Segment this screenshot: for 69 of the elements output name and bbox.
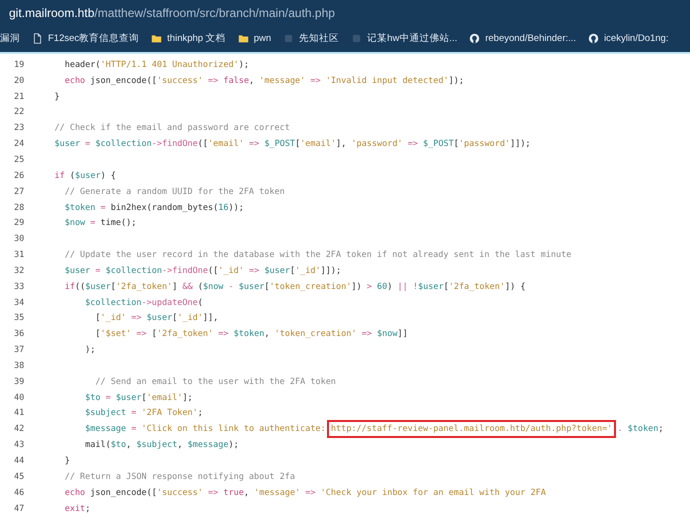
- line-number: 23: [13, 123, 26, 134]
- line-number: 24: [13, 139, 26, 150]
- site-icon: [283, 33, 294, 44]
- code-line: $to = $user['email'];: [84, 392, 193, 403]
- site-icon: [351, 33, 362, 44]
- line-number: 42: [13, 424, 26, 434]
- code-line: $user = $collection->findOne(['_id' => $user['_id']]);: [64, 266, 342, 276]
- code-line: // Check if the email and password are correct: [53, 123, 290, 134]
- code-line: $subject = '2FA Token';: [84, 408, 203, 418]
- code-line: $now = time();: [64, 218, 136, 228]
- code-line: // Send an email to the user with the 2FA token: [94, 376, 336, 387]
- line-number: 21: [13, 92, 26, 102]
- folder-icon: [151, 33, 162, 44]
- code-line: $token = bin2hex(random_bytes(16));: [64, 202, 244, 213]
- line-number: 39: [13, 376, 26, 387]
- code-line: ['$set' => ['2fa_token' => $token, 'token_creation' => $now]]: [94, 329, 408, 340]
- document-icon: [32, 33, 43, 44]
- bookmark-label: thinkphp 文档: [167, 32, 226, 45]
- bookmark-label: 记某hw中通过佛站...: [367, 32, 458, 45]
- code-line: }: [53, 92, 60, 102]
- code-line: ['_id' => $user['_id']],: [94, 313, 218, 324]
- line-number: 19: [13, 60, 26, 70]
- code-line: $user = $collection->findOne(['email' => $_POST['email'], 'password' => $_POST['password']]);: [53, 139, 531, 150]
- line-number: 43: [13, 440, 26, 450]
- line-number: 41: [13, 408, 26, 418]
- line-number: 47: [13, 504, 26, 514]
- round-logo-icon: [469, 33, 480, 44]
- line-number: 22: [13, 107, 26, 118]
- line-number: 20: [13, 76, 26, 86]
- line-number: 27: [13, 186, 26, 197]
- bookmark-label: 先知社区: [299, 32, 340, 45]
- line-number: 38: [13, 360, 26, 371]
- code-line: // Update the user record in the database with the 2FA token if not already sent in the last minute: [64, 250, 572, 260]
- line-number: 45: [13, 472, 26, 482]
- line-number: 34: [13, 298, 26, 308]
- code-line: $collection->updateOne(: [84, 298, 203, 308]
- line-number: 30: [13, 234, 26, 244]
- line-number: 44: [13, 456, 26, 466]
- line-number: 32: [13, 266, 26, 276]
- line-number: 33: [13, 282, 26, 292]
- code-line: echo json_encode(['success' => false, 'message' => 'Invalid input detected']);: [64, 76, 464, 86]
- address-bar[interactable]: git.mailroom.htb/matthew/staffroom/src/branch/main/auth.php: [0, 0, 690, 25]
- bookmark-label: 漏洞: [0, 32, 20, 45]
- line-number: 25: [13, 154, 26, 165]
- line-number: 40: [13, 392, 26, 403]
- bookmark-label: pwn: [254, 33, 272, 44]
- line-number: 29: [13, 218, 26, 228]
- line-number: 28: [13, 202, 26, 213]
- line-number: 37: [13, 345, 26, 356]
- bookmark-label: rebeyond/Behinder:...: [485, 33, 576, 44]
- line-number: 26: [13, 170, 26, 181]
- folder-icon: [238, 33, 249, 44]
- code-line: echo json_encode(['success' => true, 'message' => 'Check your inbox for an email with your 2FA: [64, 488, 546, 498]
- line-number: 31: [13, 250, 26, 260]
- line-number: 35: [13, 313, 26, 324]
- code-line: mail($to, $subject, $message);: [84, 440, 239, 450]
- bookmark-label: F12sec教育信息查询: [48, 32, 140, 45]
- code-line: exit;: [64, 504, 90, 514]
- code-line: }: [64, 456, 70, 466]
- line-number: 46: [13, 488, 26, 498]
- round-logo-icon: [588, 33, 600, 44]
- code-line: header('HTTP/1.1 401 Unauthorized');: [64, 60, 249, 70]
- code-line: // Return a JSON response notifying about 2fa: [64, 472, 295, 482]
- code-line: if(($user['2fa_token'] && ($now - $user['token_creation']) > 60) || !$user['2fa_token']) {: [64, 282, 526, 292]
- code-line: );: [84, 345, 96, 356]
- bookmark-label: icekylin/Do1ng:: [604, 33, 668, 44]
- code-line: if ($user) {: [53, 170, 116, 181]
- code-line: // Generate a random UUID for the 2FA token: [64, 186, 285, 197]
- line-number: 36: [13, 329, 26, 340]
